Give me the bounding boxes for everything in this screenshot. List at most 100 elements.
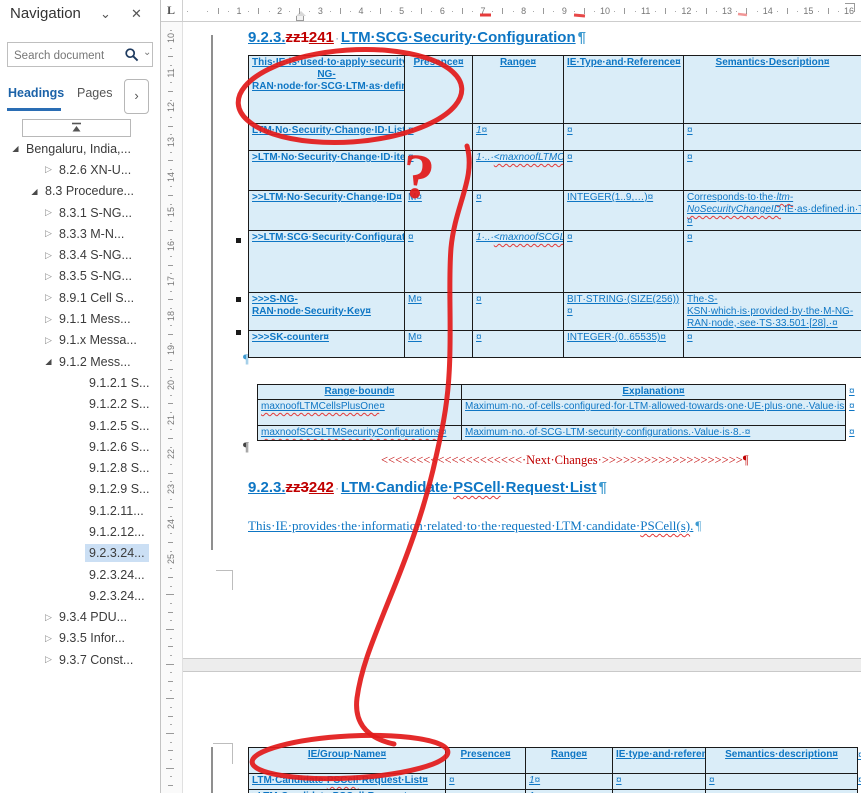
nav-heading-label[interactable]: 9.2.3.24... bbox=[85, 544, 149, 562]
expand-triangle-icon[interactable]: ▷ bbox=[42, 654, 55, 665]
table-header-cell[interactable]: Presence¤ bbox=[405, 56, 473, 124]
nav-heading-label[interactable]: 9.1.2.8 S... bbox=[85, 459, 153, 477]
nav-heading-item[interactable]: 9.1.2.11... bbox=[0, 500, 160, 521]
nav-heading-item[interactable]: 9.1.2.1 S... bbox=[0, 372, 160, 393]
table-cell[interactable]: ¤ bbox=[405, 231, 473, 293]
next-changes-separator[interactable]: <<<<<<<<<<<<<<<<<<<<·Next·Changes·>>>>>>… bbox=[381, 453, 748, 468]
nav-heading-label[interactable]: Bengaluru, India,... bbox=[22, 140, 135, 158]
nav-heading-label[interactable]: 8.3 Procedure... bbox=[41, 182, 138, 200]
nav-heading-label[interactable]: 8.3.4 S-NG... bbox=[55, 246, 136, 264]
table-header-cell[interactable]: Explanation¤ bbox=[462, 385, 846, 400]
nav-heading-item[interactable]: 9.2.3.24... bbox=[0, 543, 160, 564]
chevron-down-icon[interactable]: ⌄ bbox=[100, 6, 111, 22]
intro-paragraph[interactable]: This·IE·provides·the·information·related… bbox=[248, 518, 701, 534]
expand-triangle-icon[interactable]: ▷ bbox=[42, 292, 55, 303]
table-cell[interactable]: >>LTM·No·Security·Change·ID¤ bbox=[249, 191, 405, 231]
table-cell[interactable]: ¤ bbox=[405, 151, 473, 191]
table-cell[interactable]: >>>SK-counter¤ bbox=[249, 331, 405, 358]
nav-heading-label[interactable]: 8.2.6 XN-U... bbox=[55, 161, 135, 179]
nav-heading-label[interactable]: 9.2.3.24... bbox=[85, 587, 149, 605]
expand-triangle-icon[interactable]: ▷ bbox=[42, 633, 55, 644]
section-heading-ltm-scg-security-configuration[interactable]: 9.2.3.zz1241·LTM·SCG·Security·Configurat… bbox=[248, 29, 586, 46]
nav-heading-label[interactable]: 8.9.1 Cell S... bbox=[55, 289, 138, 307]
table-cell[interactable]: INTEGER(1..9,…)¤ bbox=[564, 191, 684, 231]
search-icon[interactable] bbox=[125, 48, 139, 67]
nav-heading-label[interactable]: 9.3.4 PDU... bbox=[55, 608, 131, 626]
table-cell[interactable]: ¤ bbox=[564, 151, 684, 191]
nav-heading-item[interactable]: ◢Bengaluru, India,... bbox=[0, 138, 160, 159]
nav-heading-item[interactable]: ◢8.3 Procedure... bbox=[0, 181, 160, 202]
table-header-cell[interactable]: IE/Group·Name¤ bbox=[249, 748, 446, 774]
table-cell[interactable]: 1¤ bbox=[473, 124, 564, 151]
table-cell[interactable]: 1·..· bbox=[526, 790, 613, 793]
nav-heading-item[interactable]: 9.1.2.6 S... bbox=[0, 436, 160, 457]
nav-heading-label[interactable]: 8.3.3 M-N... bbox=[55, 225, 128, 243]
table-cell[interactable]: >>LTM·SCG·Security·Configuration·Informa… bbox=[249, 231, 405, 293]
nav-heading-label[interactable]: 8.3.1 S-NG... bbox=[55, 204, 136, 222]
nav-heading-item[interactable]: ▷8.3.4 S-NG... bbox=[0, 244, 160, 265]
table-header-cell[interactable]: Semantics·Description¤ bbox=[684, 56, 861, 124]
table-header-cell[interactable]: This·IE·is·used·to·apply·security·in·the… bbox=[249, 56, 405, 124]
table-header-cell[interactable]: Range¤ bbox=[526, 748, 613, 774]
table-cell[interactable]: ¤ bbox=[446, 790, 526, 793]
collapse-triangle-icon[interactable]: ◢ bbox=[9, 144, 22, 153]
expand-triangle-icon[interactable]: ▷ bbox=[42, 335, 55, 346]
nav-heading-label[interactable]: 9.1.2.11... bbox=[85, 502, 148, 520]
table-cell[interactable]: ¤ bbox=[446, 774, 526, 790]
table-cell[interactable]: ¤ bbox=[706, 774, 858, 790]
collapse-triangle-icon[interactable]: ◢ bbox=[42, 357, 55, 366]
section-heading-ltm-candidate-pscell-request-list[interactable]: 9.2.3.zz3242·LTM·Candidate·PSCell·Reques… bbox=[248, 479, 607, 496]
nav-heading-item[interactable]: 9.1.2.12... bbox=[0, 521, 160, 542]
collapse-triangle-icon[interactable]: ◢ bbox=[28, 187, 41, 196]
table-cell[interactable]: ¤ bbox=[473, 191, 564, 231]
table-cell[interactable]: ¤ bbox=[473, 293, 564, 331]
nav-heading-item[interactable]: ▷8.9.1 Cell S... bbox=[0, 287, 160, 308]
nav-heading-item[interactable]: ▷9.3.5 Infor... bbox=[0, 628, 160, 649]
table-cell[interactable]: ¤ bbox=[706, 790, 858, 793]
nav-heading-item[interactable]: ▷8.3.1 S-NG... bbox=[0, 202, 160, 223]
expand-triangle-icon[interactable]: ▷ bbox=[42, 207, 55, 218]
table-header-cell[interactable]: Presence¤ bbox=[446, 748, 526, 774]
table-cell[interactable]: LTM·No·Security·Change·ID·List¤ bbox=[249, 124, 405, 151]
nav-heading-label[interactable]: 9.1.1 Mess... bbox=[55, 310, 135, 328]
table-cell[interactable]: 1¤ bbox=[526, 774, 613, 790]
paragraph-mark[interactable]: ¶ bbox=[243, 439, 249, 455]
table-cell[interactable]: Maximum·no.·of·SCG·LTM·security·configur… bbox=[462, 426, 846, 441]
nav-heading-item[interactable]: 9.1.2.5 S... bbox=[0, 415, 160, 436]
table-cell[interactable]: ¤ bbox=[684, 124, 861, 151]
nav-heading-label[interactable]: 9.1.2 Mess... bbox=[55, 353, 135, 371]
table-cell[interactable]: LTM·Candidate·PSCell·Request·List¤ bbox=[249, 774, 446, 790]
table-cell[interactable]: Corresponds·to·the·ltm-NoSecurityChangeI… bbox=[684, 191, 861, 231]
expand-triangle-icon[interactable]: ▷ bbox=[42, 612, 55, 623]
table-cell[interactable]: maxnoofSCGLTMSecurityConfigurations¤ bbox=[258, 426, 462, 441]
hanging-indent-marker[interactable] bbox=[296, 11, 306, 21]
nav-heading-item[interactable]: ▷9.1.1 Mess... bbox=[0, 308, 160, 329]
table-cell[interactable]: ¤ bbox=[684, 231, 861, 293]
table-cell[interactable]: >LTM·Candidate·PSCell·Request· bbox=[249, 790, 446, 793]
nav-heading-item[interactable]: 9.2.3.24... bbox=[0, 585, 160, 606]
table-cell[interactable]: ¤ bbox=[684, 151, 861, 191]
nav-heading-item[interactable]: ◢9.1.2 Mess... bbox=[0, 351, 160, 372]
table-cell[interactable]: M¤ bbox=[405, 191, 473, 231]
close-icon[interactable]: ✕ bbox=[131, 6, 142, 22]
table-cell[interactable]: >LTM·No·Security·Change·ID·item¤ bbox=[249, 151, 405, 191]
nav-heading-item[interactable]: 9.1.2.2 S... bbox=[0, 394, 160, 415]
table-cell[interactable]: ¤ bbox=[613, 790, 706, 793]
nav-heading-label[interactable]: 9.3.7 Const... bbox=[55, 651, 137, 669]
table-header-cell[interactable]: Semantics·description¤ bbox=[706, 748, 858, 774]
nav-heading-label[interactable]: 9.1.2.5 S... bbox=[85, 417, 153, 435]
expand-triangle-icon[interactable]: ▷ bbox=[42, 271, 55, 282]
nav-heading-label[interactable]: 9.3.5 Infor... bbox=[55, 629, 129, 647]
table-cell[interactable]: INTEGER·(0..65535)¤ bbox=[564, 331, 684, 358]
tab-headings[interactable]: Headings bbox=[8, 86, 64, 100]
nav-heading-item[interactable]: ▷9.3.4 PDU... bbox=[0, 607, 160, 628]
nav-heading-item[interactable]: ▷8.3.5 S-NG... bbox=[0, 266, 160, 287]
expand-triangle-icon[interactable]: ▷ bbox=[42, 314, 55, 325]
table-cell[interactable]: M¤ bbox=[405, 331, 473, 358]
nav-heading-label[interactable]: 9.1.2.2 S... bbox=[85, 395, 153, 413]
table-header-cell[interactable]: IE·Type·and·Reference¤ bbox=[564, 56, 684, 124]
nav-heading-item[interactable]: ▷8.2.6 XN-U... bbox=[0, 159, 160, 180]
table-cell[interactable]: BIT·STRING·(SIZE(256))¤ bbox=[564, 293, 684, 331]
table-cell[interactable]: Maximum·no.·of·cells·configured·for·LTM·… bbox=[462, 400, 846, 426]
table-cell[interactable]: maxnoofLTMCellsPlusOne¤ bbox=[258, 400, 462, 426]
